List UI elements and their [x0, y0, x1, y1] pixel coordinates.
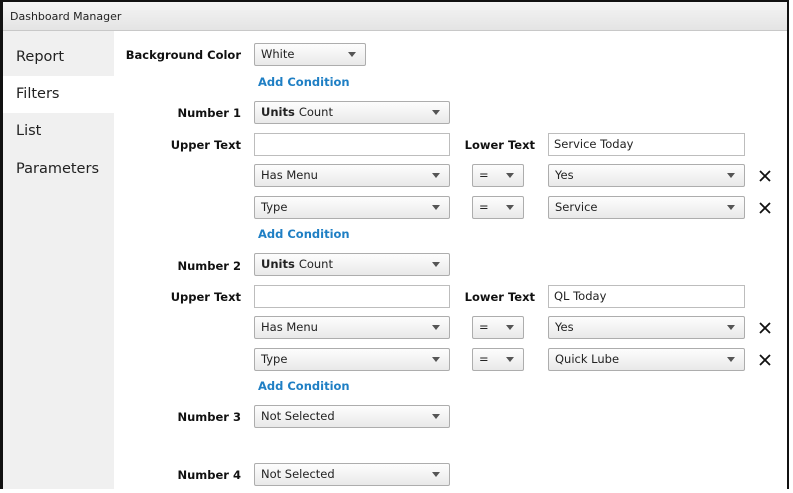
condition-operator-select[interactable]: =	[472, 164, 524, 187]
condition-field-value: Has Menu	[261, 168, 318, 182]
number-4-select[interactable]: Not Selected	[254, 463, 450, 486]
background-color-label: Background Color	[125, 48, 241, 62]
title-bar: Dashboard Manager	[3, 2, 787, 31]
condition-operator-value: =	[479, 200, 489, 214]
sidebar: Report Filters List Parameters	[3, 31, 114, 489]
condition-value: Quick Lube	[555, 352, 620, 366]
number-2-lower-text-input[interactable]: QL Today	[548, 285, 745, 308]
close-icon	[759, 322, 771, 334]
condition-value-select[interactable]: Yes	[548, 316, 745, 339]
number-1-upper-text-input[interactable]	[254, 133, 450, 156]
chevron-down-icon	[727, 357, 735, 362]
condition-value-select[interactable]: Yes	[548, 164, 745, 187]
background-color-select[interactable]: White	[254, 43, 366, 66]
close-icon	[759, 354, 771, 366]
chevron-down-icon	[506, 325, 514, 330]
condition-field-select[interactable]: Has Menu	[254, 316, 450, 339]
number-2-upper-text-input[interactable]	[254, 285, 450, 308]
chevron-down-icon	[432, 262, 440, 267]
chevron-down-icon	[727, 205, 735, 210]
add-condition-link[interactable]: Add Condition	[258, 75, 350, 89]
condition-field-select[interactable]: Type	[254, 348, 450, 371]
remove-condition-button[interactable]	[758, 321, 772, 335]
lower-text-label: Lower Text	[464, 290, 535, 304]
number-4-label: Number 4	[177, 468, 241, 482]
condition-field-select[interactable]: Type	[254, 196, 450, 219]
number-2-label: Number 2	[177, 259, 241, 273]
condition-field-value: Type	[261, 352, 288, 366]
number-2-units-select[interactable]: Units Count	[254, 253, 450, 276]
chevron-down-icon	[506, 173, 514, 178]
condition-value-select[interactable]: Service	[548, 196, 745, 219]
window-title: Dashboard Manager	[10, 10, 122, 23]
number-1-units-select[interactable]: Units Count	[254, 101, 450, 124]
chevron-down-icon	[432, 325, 440, 330]
condition-value: Yes	[555, 168, 574, 182]
background-color-value: White	[261, 47, 295, 61]
remove-condition-button[interactable]	[758, 353, 772, 367]
number-1-label: Number 1	[177, 106, 241, 120]
chevron-down-icon	[432, 357, 440, 362]
upper-text-label: Upper Text	[170, 138, 241, 152]
upper-text-label: Upper Text	[170, 290, 241, 304]
condition-value: Yes	[555, 320, 574, 334]
condition-value-select[interactable]: Quick Lube	[548, 348, 745, 371]
chevron-down-icon	[432, 173, 440, 178]
remove-condition-button[interactable]	[758, 201, 772, 215]
number-3-select[interactable]: Not Selected	[254, 405, 450, 428]
units-prefix: Units	[261, 105, 295, 119]
chevron-down-icon	[432, 205, 440, 210]
chevron-down-icon	[432, 414, 440, 419]
condition-operator-select[interactable]: =	[472, 316, 524, 339]
chevron-down-icon	[506, 205, 514, 210]
chevron-down-icon	[727, 173, 735, 178]
number-1-lower-text-input[interactable]: Service Today	[548, 133, 745, 156]
condition-field-select[interactable]: Has Menu	[254, 164, 450, 187]
sidebar-item-list[interactable]: List	[3, 113, 114, 150]
close-icon	[759, 170, 771, 182]
chevron-down-icon	[432, 472, 440, 477]
number-4-value: Not Selected	[261, 467, 335, 481]
chevron-down-icon	[506, 357, 514, 362]
close-icon	[759, 202, 771, 214]
sidebar-item-parameters[interactable]: Parameters	[3, 151, 114, 188]
condition-value: Service	[555, 200, 598, 214]
chevron-down-icon	[432, 110, 440, 115]
condition-field-value: Has Menu	[261, 320, 318, 334]
condition-operator-select[interactable]: =	[472, 196, 524, 219]
chevron-down-icon	[348, 52, 356, 57]
lower-text-label: Lower Text	[464, 138, 535, 152]
condition-operator-select[interactable]: =	[472, 348, 524, 371]
chevron-down-icon	[727, 325, 735, 330]
number-3-label: Number 3	[177, 410, 241, 424]
sidebar-item-report[interactable]: Report	[3, 39, 114, 76]
condition-operator-value: =	[479, 168, 489, 182]
number-3-value: Not Selected	[261, 409, 335, 423]
units-prefix: Units	[261, 257, 295, 271]
remove-condition-button[interactable]	[758, 169, 772, 183]
add-condition-link[interactable]: Add Condition	[258, 227, 350, 241]
sidebar-item-filters[interactable]: Filters	[3, 76, 114, 113]
units-value: Count	[298, 105, 333, 119]
condition-operator-value: =	[479, 352, 489, 366]
units-value: Count	[298, 257, 333, 271]
condition-operator-value: =	[479, 320, 489, 334]
condition-field-value: Type	[261, 200, 288, 214]
add-condition-link[interactable]: Add Condition	[258, 379, 350, 393]
